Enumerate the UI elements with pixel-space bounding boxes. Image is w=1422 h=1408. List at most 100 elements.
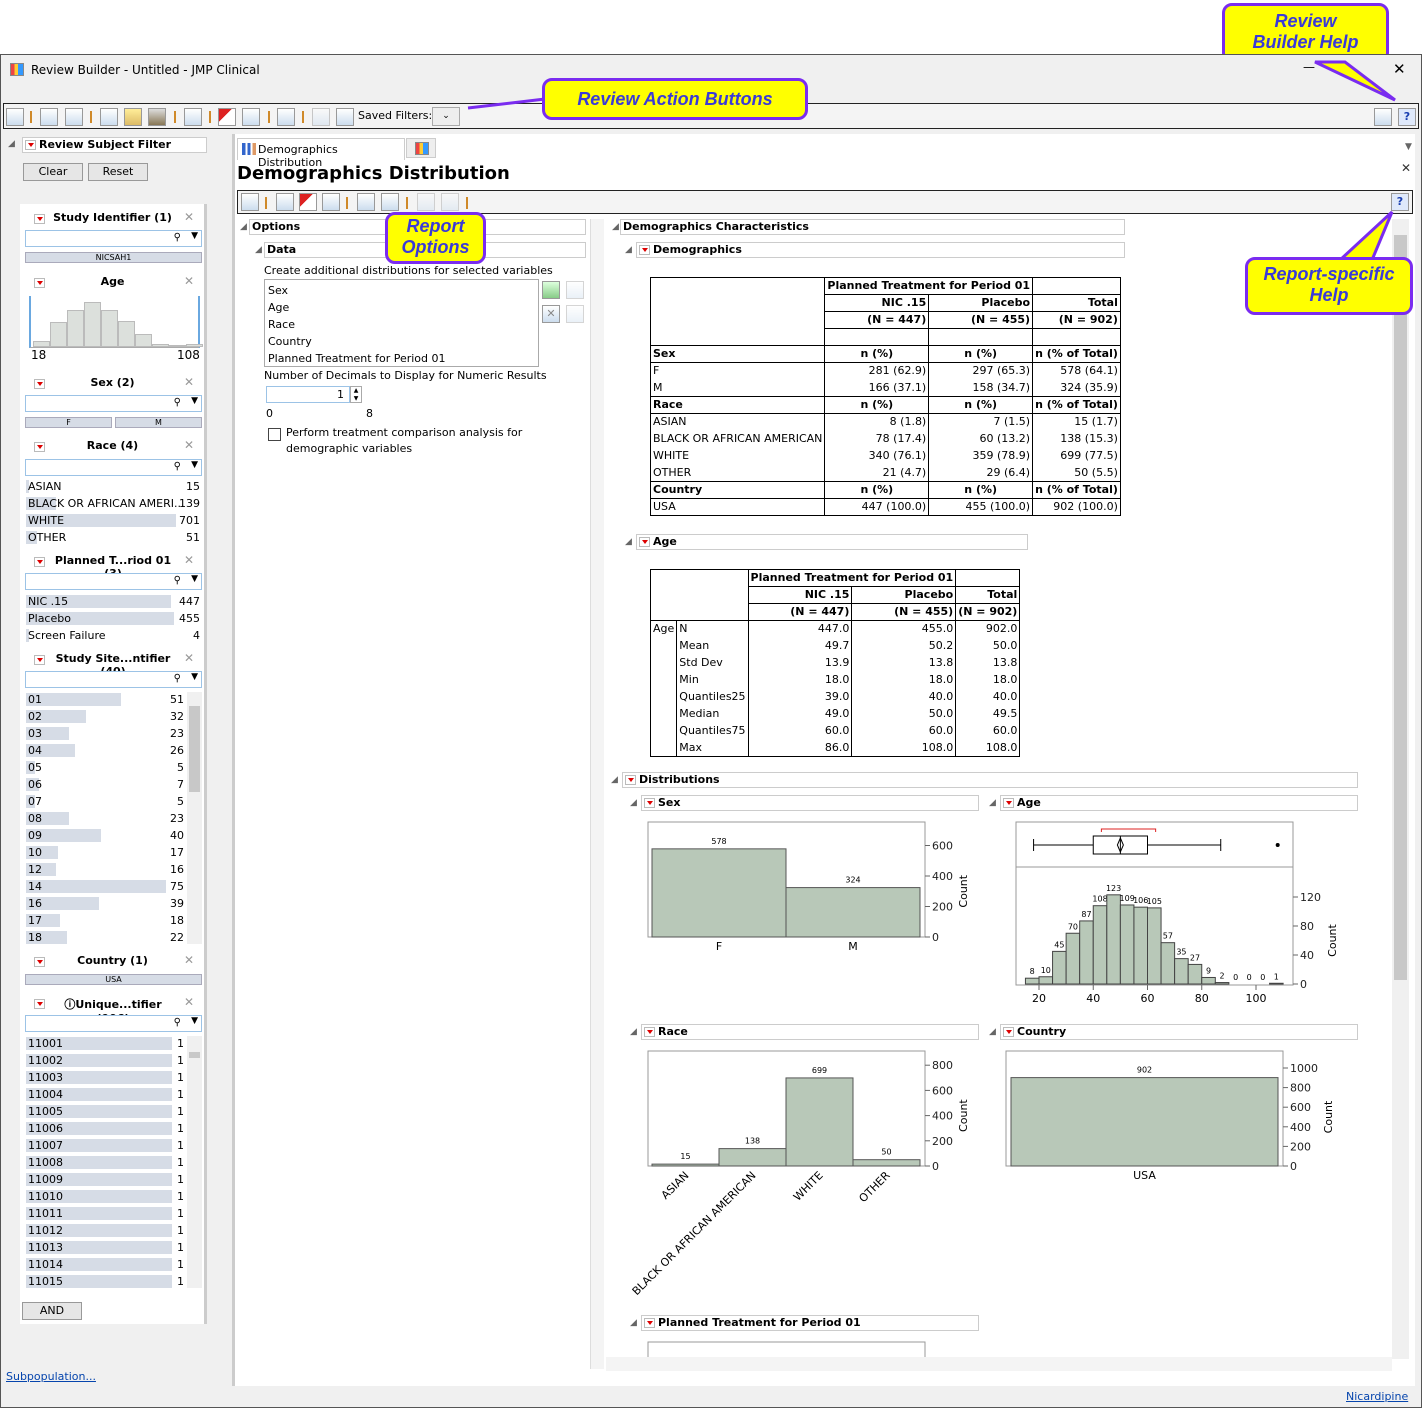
- histogram-bar[interactable]: [1092, 905, 1108, 985]
- histogram-bar[interactable]: [1187, 963, 1203, 985]
- histogram-bar[interactable]: [1024, 977, 1040, 985]
- filter-list-item[interactable]: 11011 1: [26, 1205, 186, 1222]
- histogram-bar[interactable]: [1052, 950, 1067, 985]
- filter-list-item[interactable]: 12 16: [26, 861, 186, 878]
- bar[interactable]: [852, 1159, 921, 1167]
- bar-value-label: 50: [881, 1148, 891, 1157]
- bar[interactable]: [718, 1148, 787, 1167]
- filter-list-item[interactable]: 05 5: [26, 759, 186, 776]
- bar[interactable]: [651, 1163, 720, 1167]
- x-tick-label: 80: [1195, 992, 1209, 1005]
- item-label: 07: [28, 795, 42, 808]
- item-count: 22: [170, 931, 184, 944]
- nicardipine-link[interactable]: Nicardipine: [1346, 1390, 1408, 1403]
- filter-list-item[interactable]: 11012 1: [26, 1222, 186, 1239]
- filter-list-item[interactable]: 11014 1: [26, 1256, 186, 1273]
- filter-list-item[interactable]: 06 7: [26, 776, 186, 793]
- item-count: 1: [177, 1105, 184, 1118]
- report-horizontal-scrollbar[interactable]: [606, 1357, 1392, 1371]
- y-axis-label: Count: [1326, 923, 1339, 956]
- count-bar: [26, 880, 166, 893]
- filter-list-item[interactable]: 02 32: [26, 708, 186, 725]
- filter-list-item[interactable]: Screen Failure 4: [26, 627, 202, 644]
- filter-list-item[interactable]: 11007 1: [26, 1137, 186, 1154]
- filter-list-item[interactable]: 11003 1: [26, 1069, 186, 1086]
- filter-list-item[interactable]: 17 18: [26, 912, 186, 929]
- filter-list-item[interactable]: 10 17: [26, 844, 186, 861]
- y-tick-label: 600: [932, 840, 953, 853]
- filter-list-item[interactable]: 14 75: [26, 878, 186, 895]
- report-specific-help-callout: Report-specific Help: [1245, 257, 1413, 315]
- x-tick-label: USA: [1133, 1169, 1156, 1182]
- histogram-bar[interactable]: [1119, 904, 1135, 985]
- y-tick-label: 120: [1300, 891, 1321, 904]
- filter-list-item[interactable]: 03 23: [26, 725, 186, 742]
- item-count: 32: [170, 710, 184, 723]
- item-count: 23: [170, 727, 184, 740]
- item-label: Screen Failure: [28, 629, 106, 642]
- item-label: 11001: [28, 1037, 63, 1050]
- x-tick-label: F: [716, 940, 722, 953]
- filter-list-item[interactable]: 11002 1: [26, 1052, 186, 1069]
- filter-list-item[interactable]: NIC .15 447: [26, 593, 202, 610]
- item-count: 75: [170, 880, 184, 893]
- y-tick-label: 400: [932, 870, 953, 883]
- item-label: 16: [28, 897, 42, 910]
- filter-list-item[interactable]: 01 51: [26, 691, 186, 708]
- item-count: 1: [177, 1173, 184, 1186]
- histogram-bar[interactable]: [1160, 942, 1176, 985]
- bar-value-label: 57: [1163, 932, 1173, 941]
- histogram-bar[interactable]: [1174, 958, 1189, 985]
- filter-list-item[interactable]: WHITE 701: [26, 512, 202, 529]
- item-count: 1: [177, 1071, 184, 1084]
- bar[interactable]: [785, 1077, 854, 1167]
- filter-list-item[interactable]: 11015 1: [26, 1273, 186, 1290]
- filter-list-item[interactable]: 11008 1: [26, 1154, 186, 1171]
- y-tick-label: 1000: [1290, 1062, 1318, 1075]
- filter-list-item[interactable]: OTHER 51: [26, 529, 202, 546]
- item-count: 1: [177, 1224, 184, 1237]
- filter-list-item[interactable]: 11001 1: [26, 1035, 186, 1052]
- filter-list-item[interactable]: 11006 1: [26, 1120, 186, 1137]
- item-count: 4: [193, 629, 200, 642]
- filter-list-item[interactable]: 09 40: [26, 827, 186, 844]
- x-tick-label: 40: [1086, 992, 1100, 1005]
- filter-list-item[interactable]: BLACK OR AFRICAN AMERI... 139: [26, 495, 202, 512]
- histogram-bar[interactable]: [1106, 894, 1121, 985]
- bar-value-label: 699: [812, 1066, 827, 1075]
- item-label: 11007: [28, 1139, 63, 1152]
- histogram-bar[interactable]: [1133, 906, 1148, 985]
- item-label: 11011: [28, 1207, 63, 1220]
- filter-list-item[interactable]: 11010 1: [26, 1188, 186, 1205]
- histogram-bar[interactable]: [1079, 920, 1094, 985]
- report-vertical-scrollbar[interactable]: [1392, 219, 1409, 1359]
- filter-list-item[interactable]: ASIAN 15: [26, 478, 202, 495]
- filter-list-item[interactable]: 16 39: [26, 895, 186, 912]
- histogram-bar[interactable]: [1269, 982, 1284, 985]
- item-count: 701: [179, 514, 200, 527]
- filter-list-item[interactable]: 11005 1: [26, 1103, 186, 1120]
- filter-list-item[interactable]: 11009 1: [26, 1171, 186, 1188]
- filter-list-item[interactable]: 18 22: [26, 929, 186, 946]
- filter-list-item[interactable]: Placebo 455: [26, 610, 202, 627]
- bar[interactable]: [651, 848, 787, 938]
- filter-list-item[interactable]: 11004 1: [26, 1086, 186, 1103]
- histogram-bar[interactable]: [1065, 932, 1081, 985]
- bar[interactable]: [785, 887, 921, 938]
- bar-value-label: 108: [1092, 895, 1107, 904]
- item-count: 40: [170, 829, 184, 842]
- outlier-point[interactable]: [1275, 843, 1280, 847]
- histogram-bar[interactable]: [1038, 976, 1054, 985]
- report-options-callout: Report Options: [385, 212, 486, 264]
- filter-list-item[interactable]: 04 26: [26, 742, 186, 759]
- filter-list-item[interactable]: 11013 1: [26, 1239, 186, 1256]
- y-tick-label: 800: [1290, 1082, 1311, 1095]
- histogram-bar[interactable]: [1201, 976, 1216, 985]
- bar[interactable]: [1010, 1077, 1279, 1167]
- histogram-bar[interactable]: [1214, 982, 1230, 985]
- item-count: 1: [177, 1139, 184, 1152]
- filter-list-item[interactable]: 07 5: [26, 793, 186, 810]
- item-label: 12: [28, 863, 42, 876]
- filter-list-item[interactable]: 08 23: [26, 810, 186, 827]
- histogram-bar[interactable]: [1147, 907, 1162, 985]
